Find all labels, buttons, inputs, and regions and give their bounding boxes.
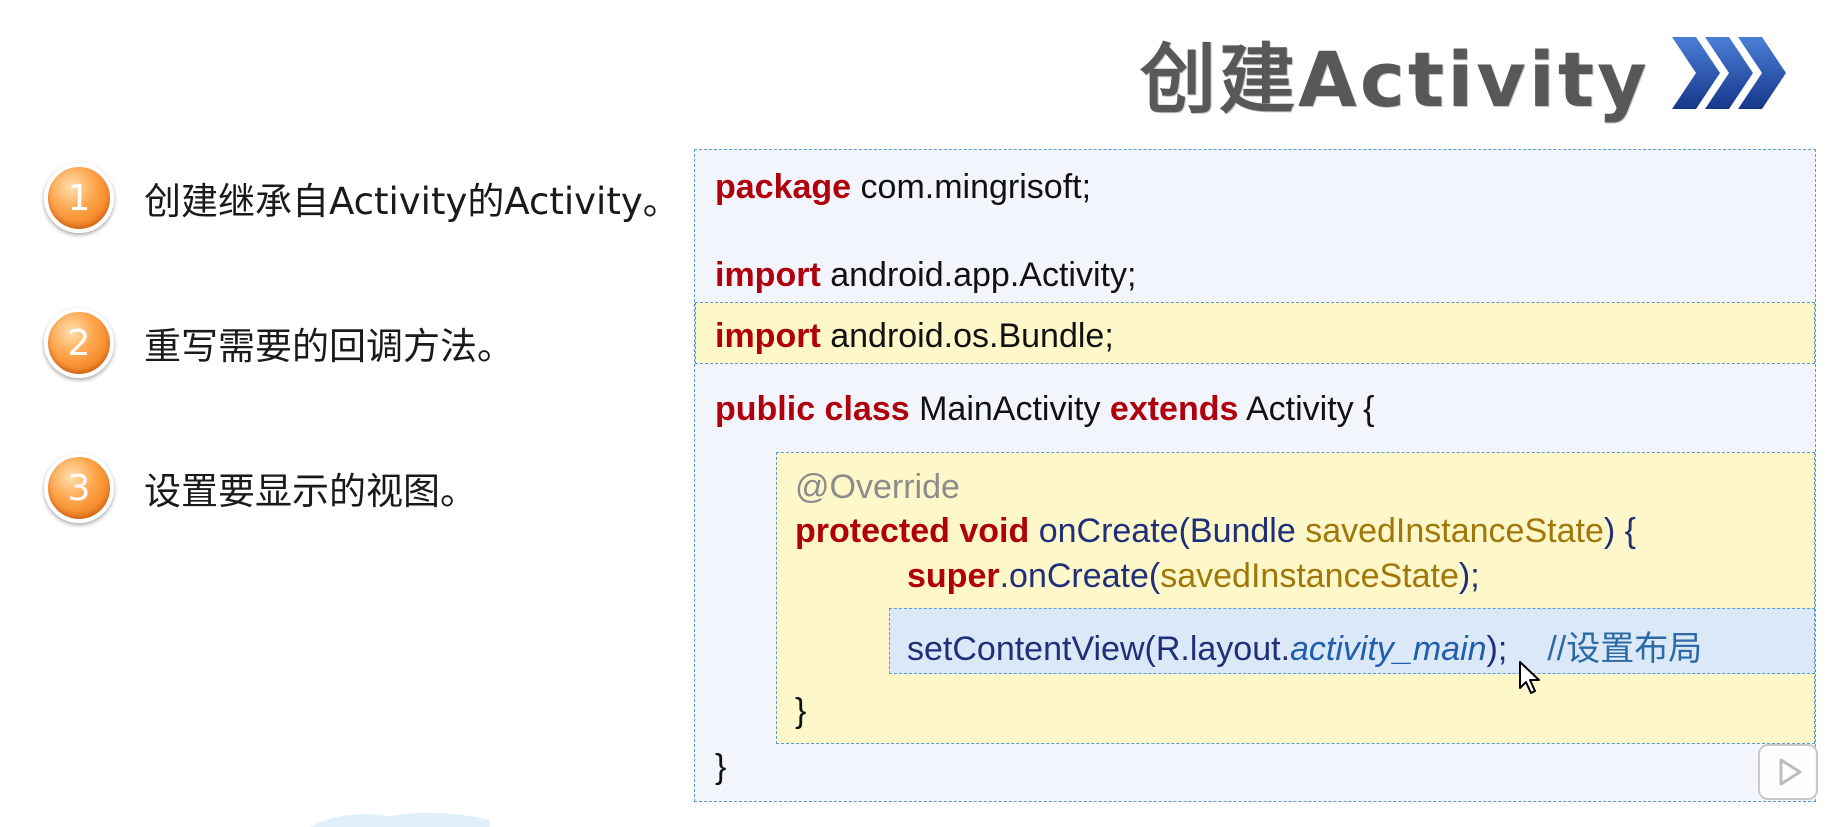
- step-text: 创建继承自Activity的Activity。: [144, 180, 680, 223]
- code-keyword: extends: [1109, 390, 1239, 428]
- step-number-badge: 2: [44, 308, 114, 378]
- code-line-close-class: }: [715, 748, 726, 787]
- decorative-cloud-icon: [310, 812, 490, 827]
- play-triangle-icon: [1779, 758, 1802, 786]
- step-2: 2 重写需要的回调方法。: [44, 308, 514, 378]
- chevron-right-icon: [1671, 37, 1786, 109]
- slide-title-group: 创建Activity: [1140, 18, 1790, 128]
- step-1: 1 创建继承自Activity的Activity。: [44, 163, 680, 233]
- code-keyword: super: [907, 557, 1000, 595]
- code-line-import-activity: import android.app.Activity;: [715, 256, 1136, 295]
- code-line-oncreate-decl: protected void onCreate(Bundle savedInst…: [795, 512, 1636, 551]
- mouse-pointer-icon: [1519, 661, 1540, 694]
- code-keyword: import: [715, 256, 821, 294]
- step-text: 设置要显示的视图。: [144, 470, 477, 513]
- code-field: activity_main: [1290, 630, 1487, 668]
- slide-title: 创建Activity: [1140, 35, 1650, 124]
- code-line-class-decl: public class MainActivity extends Activi…: [715, 390, 1374, 429]
- step-text: 重写需要的回调方法。: [144, 325, 514, 368]
- code-text: ) {: [1603, 512, 1636, 550]
- code-keyword: protected void: [795, 512, 1030, 550]
- code-method: setContentView(R.layout.: [907, 630, 1291, 668]
- code-text: android.os.Bundle;: [820, 317, 1114, 355]
- play-icon[interactable]: [1758, 744, 1818, 800]
- code-text: );: [1486, 630, 1508, 668]
- code-comment: //设置布局: [1547, 630, 1703, 668]
- code-keyword: package: [715, 168, 852, 206]
- code-text: com.mingrisoft;: [851, 168, 1092, 206]
- code-text: }: [795, 692, 807, 730]
- code-method: .onCreate(: [999, 557, 1161, 595]
- code-line-super: super.onCreate(savedInstanceState);: [907, 557, 1480, 596]
- step-number-badge: 3: [44, 453, 114, 523]
- code-panel: package com.mingrisoft; import android.a…: [694, 149, 1816, 802]
- code-line-import-bundle: import android.os.Bundle;: [715, 317, 1114, 356]
- code-param: savedInstanceState: [1160, 557, 1459, 595]
- step-3: 3 设置要显示的视图。: [44, 453, 477, 523]
- code-line-close-method: }: [795, 692, 806, 731]
- code-text: MainActivity: [909, 390, 1110, 428]
- code-keyword: import: [715, 317, 821, 355]
- code-text: android.app.Activity;: [820, 256, 1137, 294]
- code-line-override: @Override: [795, 468, 960, 507]
- code-text: Activity {: [1238, 390, 1375, 428]
- code-line-setcontentview: setContentView(R.layout.activity_main); /…: [907, 621, 1702, 670]
- code-keyword: public class: [715, 390, 910, 428]
- code-param: savedInstanceState: [1305, 512, 1604, 550]
- code-annotation: @Override: [795, 468, 960, 506]
- code-text: }: [715, 748, 727, 786]
- code-method: onCreate(Bundle: [1029, 512, 1306, 550]
- code-text: );: [1458, 557, 1480, 595]
- step-number-badge: 1: [44, 163, 114, 233]
- code-line-package: package com.mingrisoft;: [715, 168, 1091, 207]
